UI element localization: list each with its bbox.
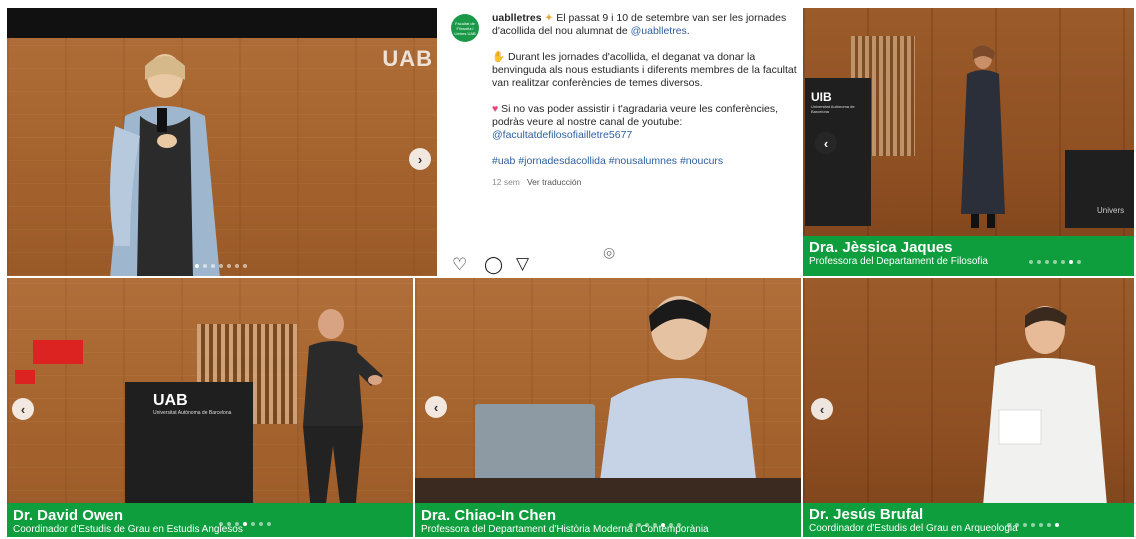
fire-extinguisher-sign <box>15 370 35 384</box>
photo-bottom-middle: ‹ Dra. Chiao-In Chen Professora del Depa… <box>415 278 801 537</box>
podium-logo: UAB <box>153 392 188 409</box>
carousel-dots <box>629 523 681 527</box>
podium-logo: UIB <box>811 90 832 104</box>
photo-bottom-left: UAB Universitat Autònoma de Barcelona ‹ … <box>7 278 413 537</box>
laptop <box>475 404 595 480</box>
post-username[interactable]: uablletres <box>492 12 542 24</box>
photo-top-left: UAB › <box>7 8 437 276</box>
speaker-role: Professora del Departament de Filosofia <box>809 256 988 267</box>
speaker-name: Dr. Jesús Brufal <box>809 506 924 523</box>
account-avatar[interactable]: Facultat de Filosofia i Lletres UAB <box>451 14 479 42</box>
speaker-name: Dra. Jèssica Jaques <box>809 239 953 256</box>
speaker-caption: Dr. Jesús Brufal Coordinador d'Estudis d… <box>803 503 1134 537</box>
desk: Univers <box>1065 150 1134 228</box>
podium: UIB Universitat Autònoma de Barcelona <box>805 78 871 226</box>
speaker-caption: Dra. Chiao-In Chen Professora del Depart… <box>415 503 801 537</box>
desk-text: Univers <box>1097 206 1125 215</box>
podium-subtitle: Universitat Autònoma de Barcelona <box>811 104 855 114</box>
carousel-dots <box>1007 523 1059 527</box>
speaker-figure <box>961 45 1005 228</box>
podium: UAB Universitat Autònoma de Barcelona <box>125 382 253 512</box>
speaker-figure <box>983 306 1107 506</box>
loading-spinner-icon: ◎ <box>603 244 616 260</box>
speaker-role: Coordinador d'Estudis de Grau en Estudis… <box>13 524 243 535</box>
carousel-prev-button[interactable]: ‹ <box>12 398 34 420</box>
speaker-caption: Dr. David Owen Coordinador d'Estudis de … <box>7 503 413 537</box>
speaker-role: Professora del Departament d'Història Mo… <box>421 524 709 535</box>
carousel-dots <box>195 264 247 268</box>
exit-sign <box>33 340 83 364</box>
speaker-figure <box>303 309 383 512</box>
instagram-post: Facultat de Filosofia i Lletres UAB uabl… <box>438 8 803 276</box>
carousel-dots <box>219 522 271 526</box>
mention-youtube-channel[interactable]: @facultatdefilosofiailletre5677 <box>492 129 632 141</box>
speaker-caption: Dra. Jèssica Jaques Professora del Depar… <box>803 236 1134 276</box>
speaker-name: Dra. Chiao-In Chen <box>421 507 557 524</box>
post-paragraph3: Si no vas poder assistir i t'agradaria v… <box>492 103 779 128</box>
carousel-prev-button[interactable]: ‹ <box>811 398 833 420</box>
speaker-figure <box>599 296 757 488</box>
heart-emoji-icon: ♥ <box>492 103 499 115</box>
carousel-prev-button[interactable]: ‹ <box>425 396 447 418</box>
post-paragraph2: Durant les jornades d'acollida, el degan… <box>492 51 797 89</box>
decoration-emoji-icon: ✦ <box>544 12 554 24</box>
heart-icon[interactable]: ♡ <box>452 256 467 273</box>
carousel-next-button[interactable]: › <box>409 148 431 170</box>
post-caption: uablletres ✦ El passat 9 i 10 de setembr… <box>492 12 800 189</box>
speaker-figure <box>110 54 220 276</box>
podium-subtitle: Universitat Autònoma de Barcelona <box>153 410 232 416</box>
video-black-bar <box>7 8 437 38</box>
comment-icon[interactable]: ◯ <box>484 256 503 273</box>
carousel-prev-button[interactable]: ‹ <box>815 132 837 154</box>
photo-bottom-right: ‹ Dr. Jesús Brufal Coordinador d'Estudis… <box>803 278 1134 537</box>
share-icon[interactable]: ▽ <box>516 255 529 272</box>
hand-emoji-icon: ✋ <box>492 51 506 63</box>
photo-top-right: UIB Universitat Autònoma de Barcelona Un… <box>803 8 1134 276</box>
post-hashtags[interactable]: #uab #jornadesdacollida #nousalumnes #no… <box>492 155 800 168</box>
speaker-name: Dr. David Owen <box>13 507 124 524</box>
mention-uablletres[interactable]: @uablletres <box>631 25 687 37</box>
translate-link[interactable]: Ver traducción <box>527 177 581 187</box>
carousel-dots <box>1029 260 1081 264</box>
post-age: 12 sem <box>492 177 520 187</box>
speaker-role: Coordinador d'Estudis del Grau en Arqueo… <box>809 523 1018 534</box>
uab-wall-logo: UAB <box>382 46 433 71</box>
